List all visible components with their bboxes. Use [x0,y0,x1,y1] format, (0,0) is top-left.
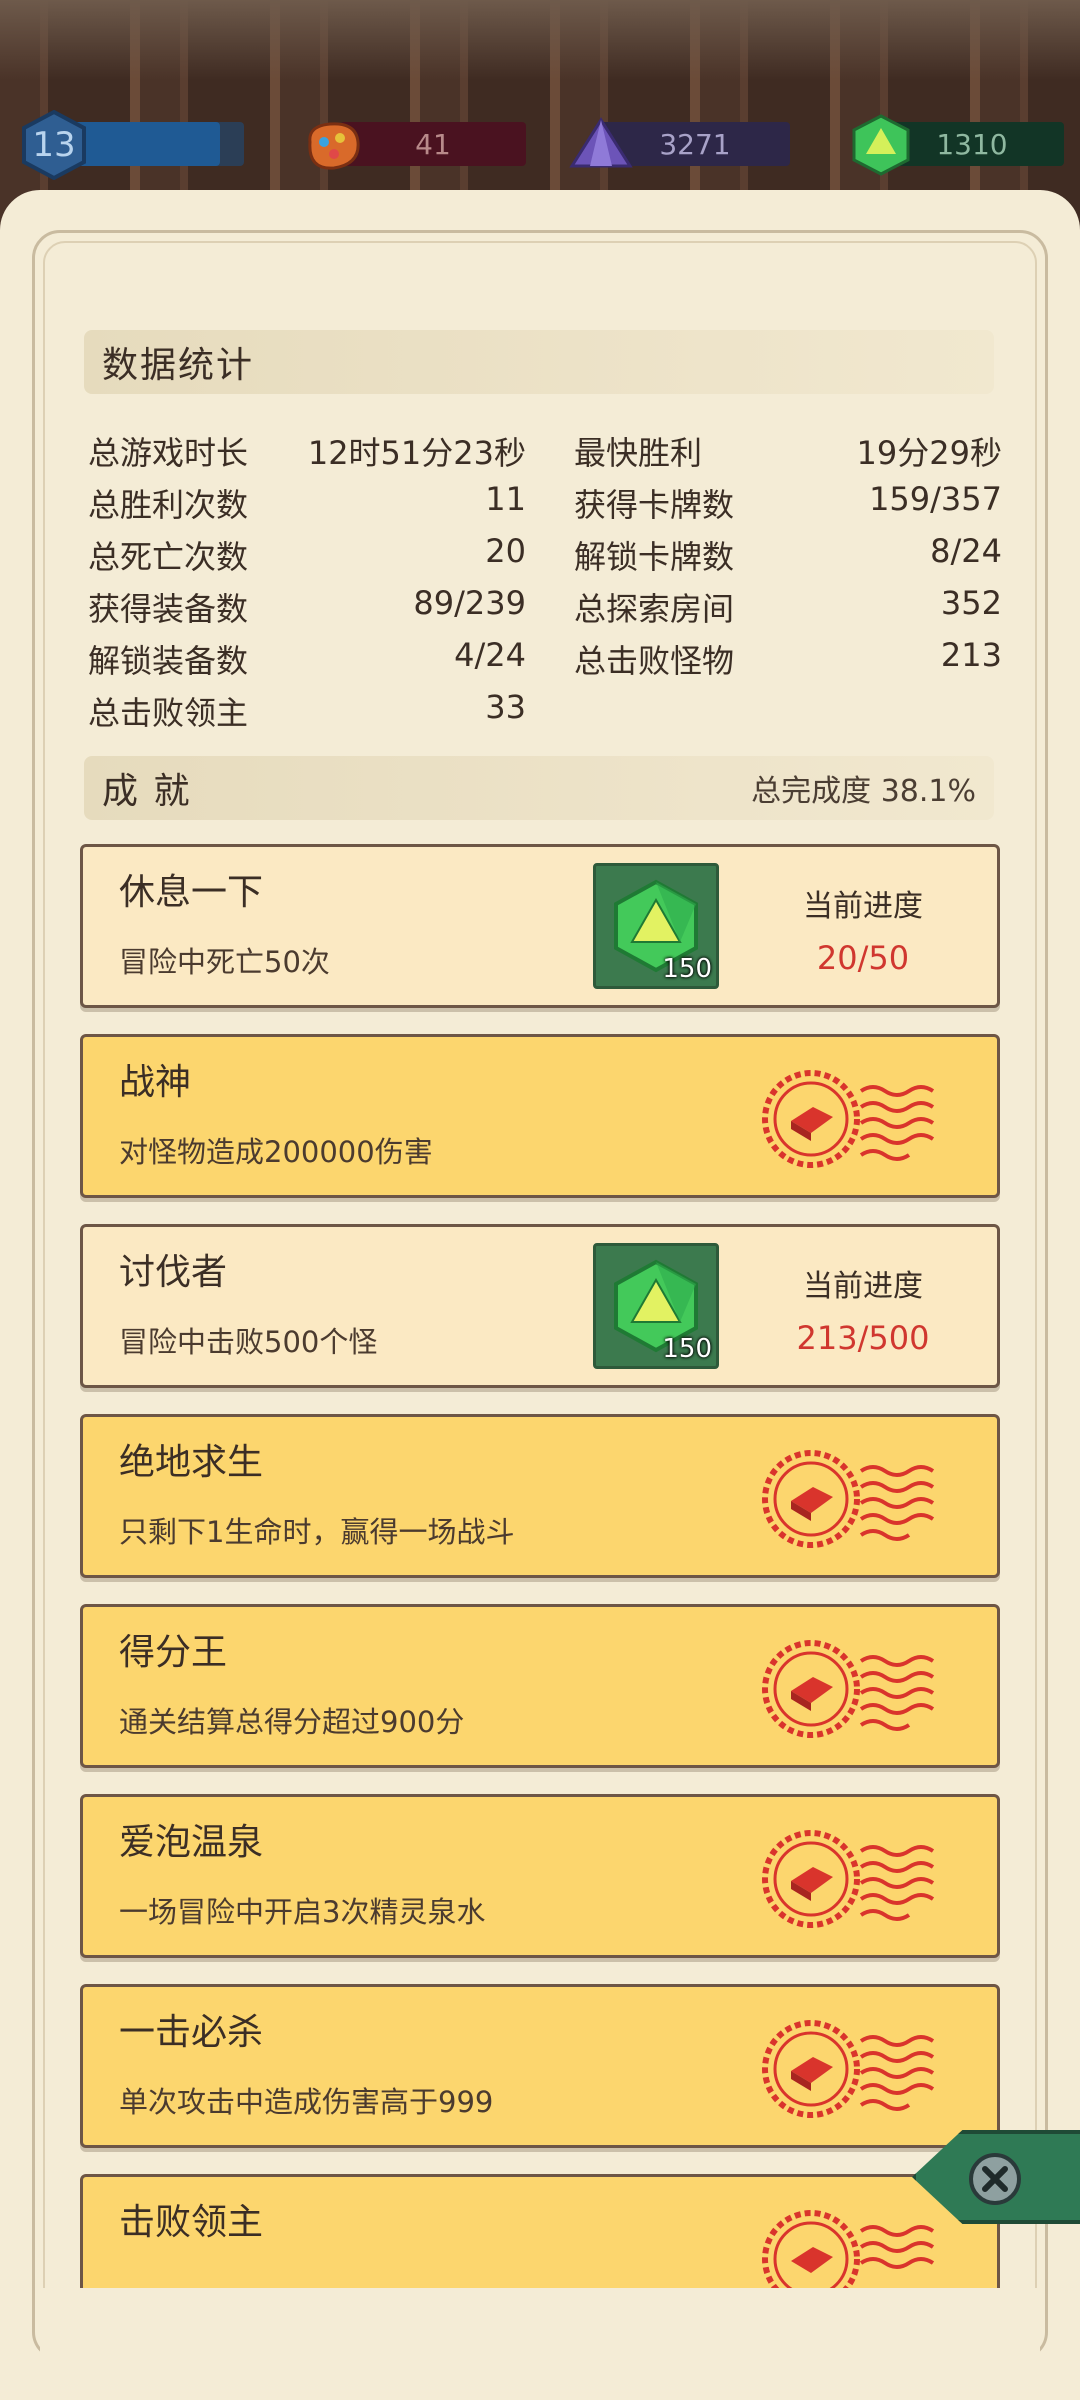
achievement-card[interactable]: 战神 对怪物造成200000伤害 [80,1034,1000,1198]
stat-label: 最快胜利 [574,434,703,472]
gem-bag-icon [308,122,360,170]
panel-bottom-edge [40,2288,1040,2360]
close-icon[interactable] [968,2152,1022,2206]
stat-label: 获得装备数 [88,590,249,628]
stat-row: 总死亡次数 20 解锁卡牌数 8/24 [88,529,1002,581]
completed-stamp-icon [762,1640,935,1738]
achievement-title: 休息一下 [119,872,264,913]
achievement-title: 绝地求生 [119,1442,264,1483]
stat-value: 33 [485,688,526,726]
achievement-desc: 冒险中死亡50次 [119,945,330,979]
achievement-title: 击败领主 [119,2202,264,2243]
achievement-card[interactable]: 得分王 通关结算总得分超过900分 [80,1604,1000,1768]
achievements-header: 成 就 总完成度 38.1% [84,756,994,820]
stat-value: 89/239 [413,584,526,622]
stat-label: 总游戏时长 [88,434,249,472]
completion-summary: 总完成度 38.1% [751,766,976,810]
achievement-card[interactable]: 绝地求生 只剩下1生命时，赢得一场战斗 [80,1414,1000,1578]
stats-title: 数据统计 [102,345,255,386]
stat-value: 4/24 [454,636,526,674]
achievement-desc: 通关结算总得分超过900分 [119,1705,465,1739]
achievement-card[interactable]: 一击必杀 单次攻击中造成伤害高于999 [80,1984,1000,2148]
stat-label: 获得卡牌数 [574,486,735,524]
stat-row: 总击败领主 33 [88,685,1002,737]
achievement-desc: 只剩下1生命时，赢得一场战斗 [119,1515,515,1549]
stat-value: 8/24 [930,532,1002,570]
stat-value: 352 [940,584,1002,622]
stat-row: 获得装备数 89/239 总探索房间 352 [88,581,1002,633]
achievement-title: 战神 [119,1062,192,1103]
achievement-card[interactable]: 休息一下 冒险中死亡50次 150 当前进度 20/50 [80,844,1000,1008]
stat-row: 总胜利次数 11 获得卡牌数 159/357 [88,477,1002,529]
completed-stamp-icon [762,2020,935,2118]
achievement-desc: 单次攻击中造成伤害高于999 [119,2085,494,2119]
achievement-desc: 冒险中击败500个怪 [119,1325,378,1359]
progress-label: 当前进度 [803,1269,923,1304]
stat-value: 19分29秒 [856,434,1002,472]
achievement-card[interactable]: 击败领主 [80,2174,1000,2294]
crystal-icon [569,117,633,168]
gem-counter: 41 [340,122,526,166]
stat-label: 总击败领主 [88,694,249,732]
achievement-desc: 对怪物造成200000伤害 [119,1135,433,1169]
level-badge: 13 [22,110,86,180]
stat-label: 解锁装备数 [88,642,249,680]
achievement-card[interactable]: 爱泡温泉 一场冒险中开启3次精灵泉水 [80,1794,1000,1958]
dice-value: 1310 [936,127,1008,161]
d20-icon [852,114,910,176]
achievement-title: 讨伐者 [119,1252,228,1293]
stat-label: 总击败怪物 [574,642,735,680]
reward-amount: 150 [662,954,712,984]
progress-value: 20/50 [816,939,910,977]
achievement-desc: 一场冒险中开启3次精灵泉水 [119,1895,486,1929]
gem-value: 41 [415,127,451,161]
reward-amount: 150 [662,1334,712,1364]
completion-label: 总完成度 [751,774,872,809]
stat-value: 213 [940,636,1002,674]
achievement-card[interactable]: 讨伐者 冒险中击败500个怪 150 当前进度 213/500 [80,1224,1000,1388]
currency-bar: 13 41 3271 1310 [0,110,1080,182]
reward-box: 150 [593,1243,719,1369]
completed-stamp-icon [762,1070,935,1168]
completed-stamp-icon [762,2210,935,2291]
stat-label: 总胜利次数 [88,486,249,524]
progress-value: 213/500 [796,1319,930,1357]
level-value: 13 [32,125,76,165]
stat-label: 总探索房间 [574,590,735,628]
stat-value: 12时51分23秒 [307,434,526,472]
stat-row: 总游戏时长 12时51分23秒 最快胜利 19分29秒 [88,425,1002,477]
progress-block: 当前进度 213/500 [763,1261,963,1357]
achievement-title: 得分王 [119,1632,228,1673]
reward-box: 150 [593,863,719,989]
progress-block: 当前进度 20/50 [763,881,963,977]
stat-value: 11 [485,480,526,518]
stat-label: 解锁卡牌数 [574,538,735,576]
achievements-title: 成 就 [102,771,192,812]
stats-grid: 总游戏时长 12时51分23秒 最快胜利 19分29秒 总胜利次数 11 获得卡牌数 1… [88,425,1002,737]
stats-header: 数据统计 [84,330,994,394]
achievement-title: 爱泡温泉 [119,1822,264,1863]
completed-stamp-icon [762,1450,935,1548]
stat-label: 总死亡次数 [88,538,249,576]
completed-stamp-icon [762,1830,935,1928]
achievement-title: 一击必杀 [119,2012,264,2053]
stat-value: 159/357 [869,480,1002,518]
completion-value: 38.1% [880,774,976,809]
progress-label: 当前进度 [803,889,923,924]
crystal-value: 3271 [659,127,731,161]
stat-row: 解锁装备数 4/24 总击败怪物 213 [88,633,1002,685]
stat-value: 20 [485,532,526,570]
